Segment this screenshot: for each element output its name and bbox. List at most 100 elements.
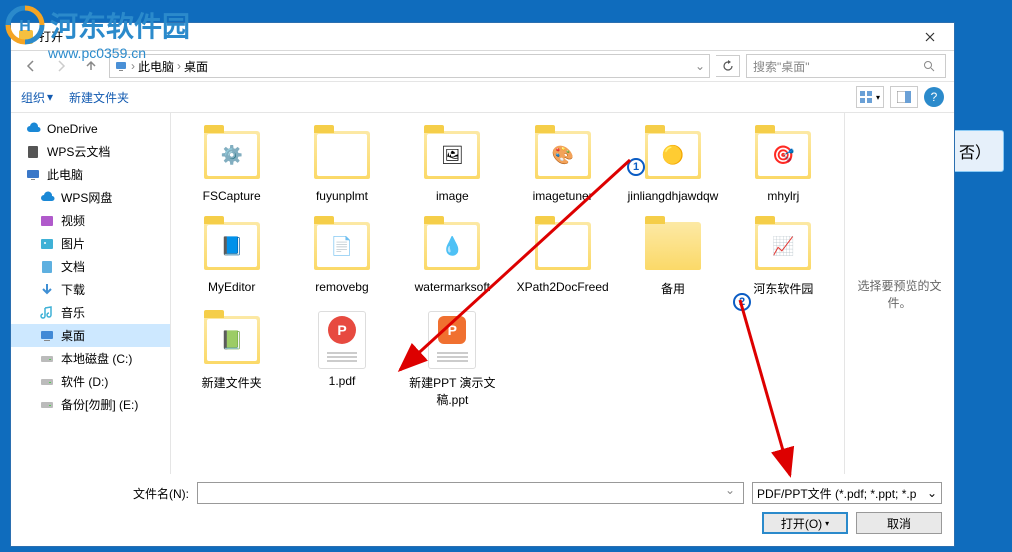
- sidebar-item-本地磁盘 (C:)[interactable]: 本地磁盘 (C:): [11, 347, 170, 370]
- file-label: 新建PPT 演示文稿.ppt: [404, 374, 501, 408]
- file-thumbnail: 📈: [748, 216, 818, 276]
- forward-button[interactable]: [49, 54, 73, 78]
- preview-toggle-button[interactable]: [890, 86, 918, 108]
- file-label: watermarksoft: [415, 280, 490, 294]
- file-label: 河东软件园: [753, 280, 813, 297]
- refresh-button[interactable]: [716, 55, 740, 77]
- sidebar-item-label: 音乐: [61, 304, 85, 321]
- file-item[interactable]: 🎨imagetuner: [510, 121, 615, 207]
- doc-icon: [39, 259, 55, 275]
- sidebar-item-OneDrive[interactable]: OneDrive: [11, 118, 170, 140]
- file-item[interactable]: 🎯mhylrj: [731, 121, 836, 207]
- breadcrumb-current[interactable]: 桌面: [184, 58, 208, 75]
- sidebar-item-label: 软件 (D:): [61, 373, 108, 390]
- sidebar-item-文档[interactable]: 文档: [11, 255, 170, 278]
- file-label: removebg: [315, 280, 368, 294]
- file-label: mhylrj: [767, 189, 799, 203]
- sidebar-item-WPS云文档[interactable]: WPS云文档: [11, 140, 170, 163]
- sidebar-item-label: WPS网盘: [61, 189, 112, 206]
- breadcrumb[interactable]: › 此电脑 › 桌面 ⌄: [109, 54, 710, 78]
- close-button[interactable]: [910, 23, 950, 50]
- sidebar-item-备份[勿删] (E:)[interactable]: 备份[勿删] (E:): [11, 393, 170, 416]
- doc-icon: [25, 144, 41, 160]
- chevron-down-icon: ▾: [47, 90, 53, 104]
- help-button[interactable]: ?: [924, 87, 944, 107]
- cancel-button[interactable]: 取消: [856, 512, 942, 534]
- sidebar-item-视频[interactable]: 视频: [11, 209, 170, 232]
- up-icon: [83, 58, 99, 74]
- back-button[interactable]: [19, 54, 43, 78]
- file-thumbnail: [528, 216, 598, 276]
- search-placeholder: 搜索"桌面": [753, 58, 810, 75]
- file-item[interactable]: 📘MyEditor: [179, 212, 284, 301]
- dialog-footer: 文件名(N): ⌄ PDF/PPT文件 (*.pdf; *.ppt; *.p ⌄…: [11, 474, 954, 546]
- filetype-value: PDF/PPT文件 (*.pdf; *.ppt; *.p: [757, 485, 916, 502]
- file-label: 备用: [661, 280, 685, 297]
- address-bar: › 此电脑 › 桌面 ⌄ 搜索"桌面": [11, 51, 954, 81]
- file-item[interactable]: fuyunplmt: [289, 121, 394, 207]
- search-input[interactable]: 搜索"桌面": [746, 54, 946, 78]
- file-thumbnail: 📗: [197, 310, 267, 370]
- dialog-body: OneDriveWPS云文档此电脑 WPS网盘视频图片文档下载音乐桌面本地磁盘 (…: [11, 113, 954, 474]
- view-icon: [860, 91, 874, 103]
- sidebar-item-label: 本地磁盘 (C:): [61, 350, 132, 367]
- breadcrumb-root[interactable]: 此电脑: [138, 58, 174, 75]
- sidebar-item-label: 此电脑: [47, 166, 83, 183]
- pc-icon: [25, 167, 41, 183]
- up-button[interactable]: [79, 54, 103, 78]
- organize-menu[interactable]: 组织 ▾: [21, 89, 53, 106]
- sidebar: OneDriveWPS云文档此电脑 WPS网盘视频图片文档下载音乐桌面本地磁盘 (…: [11, 113, 171, 474]
- sidebar-item-软件 (D:)[interactable]: 软件 (D:): [11, 370, 170, 393]
- sidebar-item-下载[interactable]: 下载: [11, 278, 170, 301]
- file-item[interactable]: ⚙️ FSCapture: [179, 121, 284, 207]
- file-thumbnail: 💧: [417, 216, 487, 276]
- filetype-select[interactable]: PDF/PPT文件 (*.pdf; *.ppt; *.p ⌄: [752, 482, 942, 504]
- file-label: 新建文件夹: [202, 374, 262, 391]
- file-item[interactable]: P1.pdf: [289, 306, 394, 412]
- file-thumbnail: P: [417, 310, 487, 370]
- sidebar-item-图片[interactable]: 图片: [11, 232, 170, 255]
- preview-empty-text: 选择要预览的文件。: [855, 277, 944, 311]
- file-item[interactable]: P 新建PPT 演示文稿.ppt: [400, 306, 505, 412]
- chevron-down-icon[interactable]: ⌄: [695, 59, 705, 73]
- file-item[interactable]: 备用: [620, 212, 725, 301]
- chevron-down-icon: ▾: [876, 93, 880, 102]
- file-label: 1.pdf: [329, 374, 356, 388]
- filename-input[interactable]: ⌄: [197, 482, 744, 504]
- disk-icon: [39, 374, 55, 390]
- preview-icon: [897, 91, 911, 103]
- chevron-down-icon: ⌄: [927, 486, 937, 500]
- file-item[interactable]: XPath2DocFreed: [510, 212, 615, 301]
- file-item[interactable]: 📗 新建文件夹: [179, 306, 284, 412]
- file-item[interactable]: 📄removebg: [289, 212, 394, 301]
- refresh-icon: [722, 60, 734, 72]
- chevron-down-icon[interactable]: ⌄: [725, 483, 735, 497]
- titlebar: 打开: [11, 23, 954, 51]
- sidebar-item-桌面[interactable]: 桌面: [11, 324, 170, 347]
- file-item[interactable]: 💧 watermarksoft: [400, 212, 505, 301]
- filename-label: 文件名(N):: [133, 485, 189, 502]
- preview-pane: 选择要预览的文件。: [844, 113, 954, 474]
- file-thumbnail: 📘: [197, 216, 267, 276]
- sidebar-item-此电脑[interactable]: 此电脑: [11, 163, 170, 186]
- file-item[interactable]: 📈 河东软件园: [731, 212, 836, 301]
- file-label: FSCapture: [203, 189, 261, 203]
- open-button[interactable]: 打开(O) ▾: [762, 512, 848, 534]
- cloud-icon: [39, 190, 55, 206]
- new-folder-button[interactable]: 新建文件夹: [69, 89, 129, 106]
- sidebar-item-WPS网盘[interactable]: WPS网盘: [11, 186, 170, 209]
- file-item[interactable]: 🖼image: [400, 121, 505, 207]
- file-thumbnail: ⚙️: [197, 125, 267, 185]
- disk-icon: [39, 397, 55, 413]
- file-label: jinliangdhjawdqw: [628, 189, 719, 203]
- back-icon: [23, 58, 39, 74]
- sidebar-item-label: 下载: [61, 281, 85, 298]
- sidebar-item-音乐[interactable]: 音乐: [11, 301, 170, 324]
- sidebar-item-label: 备份[勿删] (E:): [61, 396, 138, 413]
- dialog-title: 打开: [39, 28, 910, 45]
- file-label: image: [436, 189, 469, 203]
- view-mode-button[interactable]: ▾: [856, 86, 884, 108]
- file-thumbnail: 🎨: [528, 125, 598, 185]
- music-icon: [39, 305, 55, 321]
- file-label: XPath2DocFreed: [517, 280, 609, 294]
